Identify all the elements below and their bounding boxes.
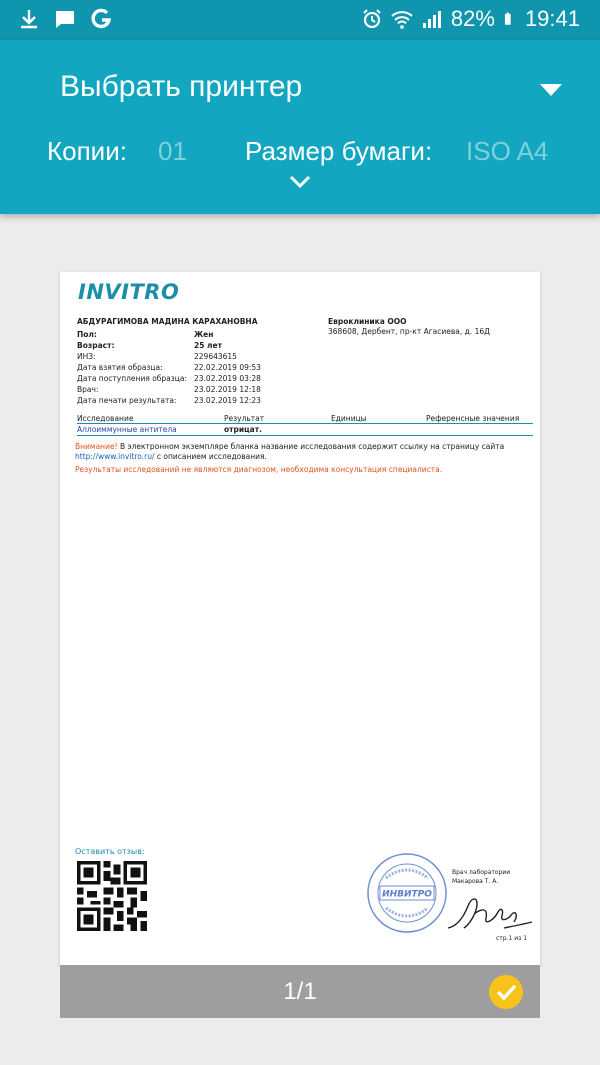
col-test: Исследование: [77, 414, 134, 423]
doctor-name: Макарова Т. А.: [452, 878, 499, 885]
info-label: Дата печати результата:: [77, 396, 177, 405]
info-label: Врач:: [77, 385, 99, 394]
paper-size-label: Размер бумаги:: [245, 136, 433, 166]
info-label: ИНЗ:: [77, 352, 96, 361]
col-units: Единицы: [331, 414, 367, 423]
disclaimer: Результаты исследований не являются диаг…: [75, 465, 443, 474]
notice-body: В электронном экземпляре бланка название…: [117, 442, 505, 451]
printer-dropdown-icon[interactable]: [540, 84, 562, 96]
info-value: 23.02.2019 12:18: [194, 385, 261, 394]
invitro-logo: INVITRO: [78, 280, 180, 304]
page-footer: 1/1: [60, 965, 540, 1018]
info-value: 23.02.2019 12:23: [194, 396, 261, 405]
battery-percent: 82%: [450, 6, 495, 31]
notice-body-2: с описанием исследования.: [154, 451, 267, 461]
alarm-icon: [363, 9, 381, 29]
battery-icon: [504, 12, 511, 25]
chevron-down-icon[interactable]: [288, 174, 312, 190]
test-result: отрицат.: [224, 425, 262, 434]
wifi-icon: [391, 11, 413, 29]
test-name-link[interactable]: Аллоиммунные антитела: [77, 425, 177, 434]
table-divider: [77, 435, 533, 436]
page-counter: 1/1: [283, 978, 317, 1005]
stamp-text: ИНВИТРО: [382, 890, 432, 900]
qr-code[interactable]: [77, 861, 147, 931]
info-label: Возраст:: [77, 341, 115, 350]
patient-name: АБДУРАГИМОВА МАДИНА КАРАХАНОВНА: [77, 317, 258, 326]
info-label: Пол:: [77, 330, 97, 339]
info-value: 25 лет: [194, 341, 222, 350]
g-app-icon: [91, 8, 112, 29]
info-label: Дата поступления образца:: [77, 374, 187, 383]
clinic-name: Евроклиника ООО: [328, 317, 407, 326]
feedback-label: Оставить отзыв:: [75, 847, 145, 856]
invitro-link[interactable]: http://www.invitro.ru/: [75, 452, 155, 461]
signature: [447, 898, 533, 929]
info-label: Дата взятия образца:: [77, 363, 163, 372]
info-value: 229643615: [194, 352, 237, 361]
printer-select-title[interactable]: Выбрать принтер: [60, 70, 302, 104]
col-result: Результат: [224, 414, 265, 423]
download-icon: [21, 10, 37, 29]
page-number-small: стр.1 из 1: [496, 935, 528, 942]
info-value: 23.02.2019 03:28: [194, 374, 261, 383]
print-options-header: Выбрать принтер Копии: 01 Размер бумаги:…: [0, 40, 600, 214]
doctor-title: Врач лаборатории: [452, 869, 511, 876]
clock: 19:41: [524, 6, 580, 31]
signal-icon: [422, 11, 441, 28]
table-row: Аллоиммунные антитела отрицат.: [77, 425, 533, 435]
paper-size-value[interactable]: ISO A4: [466, 136, 548, 167]
notice-text: Внимание! В электронном экземпляре бланк…: [75, 442, 525, 461]
stamp-seal: ИНВИТРО: [367, 853, 447, 933]
table-divider: [77, 423, 533, 424]
message-icon: [56, 11, 74, 28]
copies-label: Копии:: [47, 136, 127, 166]
info-value: Жен: [194, 330, 214, 339]
copies-value[interactable]: 01: [158, 136, 187, 167]
info-value: 22.02.2019 09:53: [194, 363, 261, 372]
status-bar: 82% 19:41: [0, 0, 600, 40]
col-reference: Референсные значения: [426, 414, 520, 423]
page-selected-check-icon[interactable]: [489, 975, 523, 1009]
clinic-address: 368608, Дербент, пр-кт Агасиева, д. 16Д: [328, 327, 490, 336]
notice-label: Внимание!: [75, 442, 118, 451]
page-preview[interactable]: INVITRO АБДУРАГИМОВА МАДИНА КАРАХАНОВНА …: [60, 272, 540, 965]
